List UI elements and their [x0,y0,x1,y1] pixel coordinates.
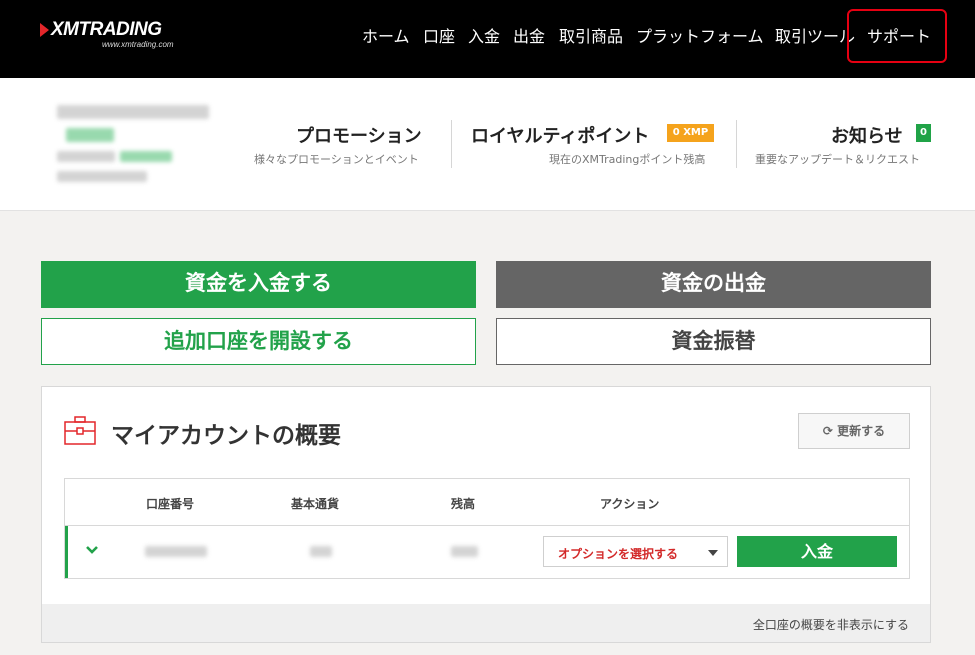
column-header-action: アクション [600,497,660,511]
panel-footer: 全口座の概要を非表示にする [42,604,930,642]
account-info-strip: プロモーション 様々なプロモーションとイベント ロイヤルティポイント 0 XMP… [0,78,975,211]
loyalty-points-subtitle: 現在のXMTradingポイント残高 [549,153,706,166]
table-header: 口座番号 基本通貨 残高 アクション [65,479,909,526]
support-highlight-box [847,9,947,63]
news-title[interactable]: お知らせ [831,122,903,148]
deposit-funds-button[interactable]: 資金を入金する [41,261,476,308]
hide-overview-link[interactable]: 全口座の概要を非表示にする [753,616,909,633]
nav-item-products[interactable]: 取引商品 [559,23,623,46]
blurred-account-number [145,546,207,557]
logo-mark-icon [40,23,49,37]
xmp-points-badge: 0 XMP [667,124,714,142]
panel-title: マイアカウントの概要 [111,423,341,449]
loyalty-points-title[interactable]: ロイヤルティポイント [471,122,649,148]
accounts-table: 口座番号 基本通貨 残高 アクション オプションを選択する 入金 [64,478,910,579]
transfer-funds-button[interactable]: 資金振替 [496,318,931,365]
nav-item-platform[interactable]: プラットフォーム [636,23,764,46]
blurred-base-currency [310,546,332,557]
blurred-user-name [57,105,209,119]
nav-item-account[interactable]: 口座 [423,23,455,46]
divider [451,120,452,168]
blurred-account-type [120,151,172,162]
options-select[interactable]: オプションを選択する [543,536,728,567]
nav-item-trading-tools[interactable]: 取引ツール [775,23,855,46]
top-navigation-bar: XMTRADING www.xmtrading.com ホーム 口座 入金 出金… [0,0,975,78]
column-header-balance: 残高 [451,497,476,511]
blurred-account-id [57,151,115,162]
row-deposit-button[interactable]: 入金 [737,536,897,567]
promotion-subtitle: 様々なプロモーションとイベント [254,153,419,166]
blurred-account-detail [57,171,147,182]
briefcase-icon [64,416,96,445]
nav-item-deposit[interactable]: 入金 [468,23,500,46]
account-overview-panel: マイアカウントの概要 ⟳ 更新する 口座番号 基本通貨 残高 アクション オプシ… [41,386,931,643]
withdraw-funds-button[interactable]: 資金の出金 [496,261,931,308]
nav-item-withdraw[interactable]: 出金 [513,23,545,46]
news-count-badge: 0 [916,124,931,142]
column-header-account-number: 口座番号 [146,497,195,511]
open-additional-account-button[interactable]: 追加口座を開設する [41,318,476,365]
column-header-base-currency: 基本通貨 [291,497,340,511]
caret-down-icon [708,550,718,556]
chevron-down-icon[interactable] [85,545,99,555]
xmtrading-logo[interactable]: XMTRADING www.xmtrading.com [40,19,174,49]
promotion-title[interactable]: プロモーション [296,122,422,148]
divider [736,120,737,168]
table-row: オプションを選択する 入金 [65,526,909,578]
refresh-icon: ⟳ [822,424,833,438]
blurred-status-badge [66,128,114,142]
news-subtitle: 重要なアップデート＆リクエスト [755,153,920,166]
blurred-balance [451,546,478,557]
nav-item-home[interactable]: ホーム [362,23,410,46]
refresh-button[interactable]: ⟳ 更新する [798,413,910,449]
